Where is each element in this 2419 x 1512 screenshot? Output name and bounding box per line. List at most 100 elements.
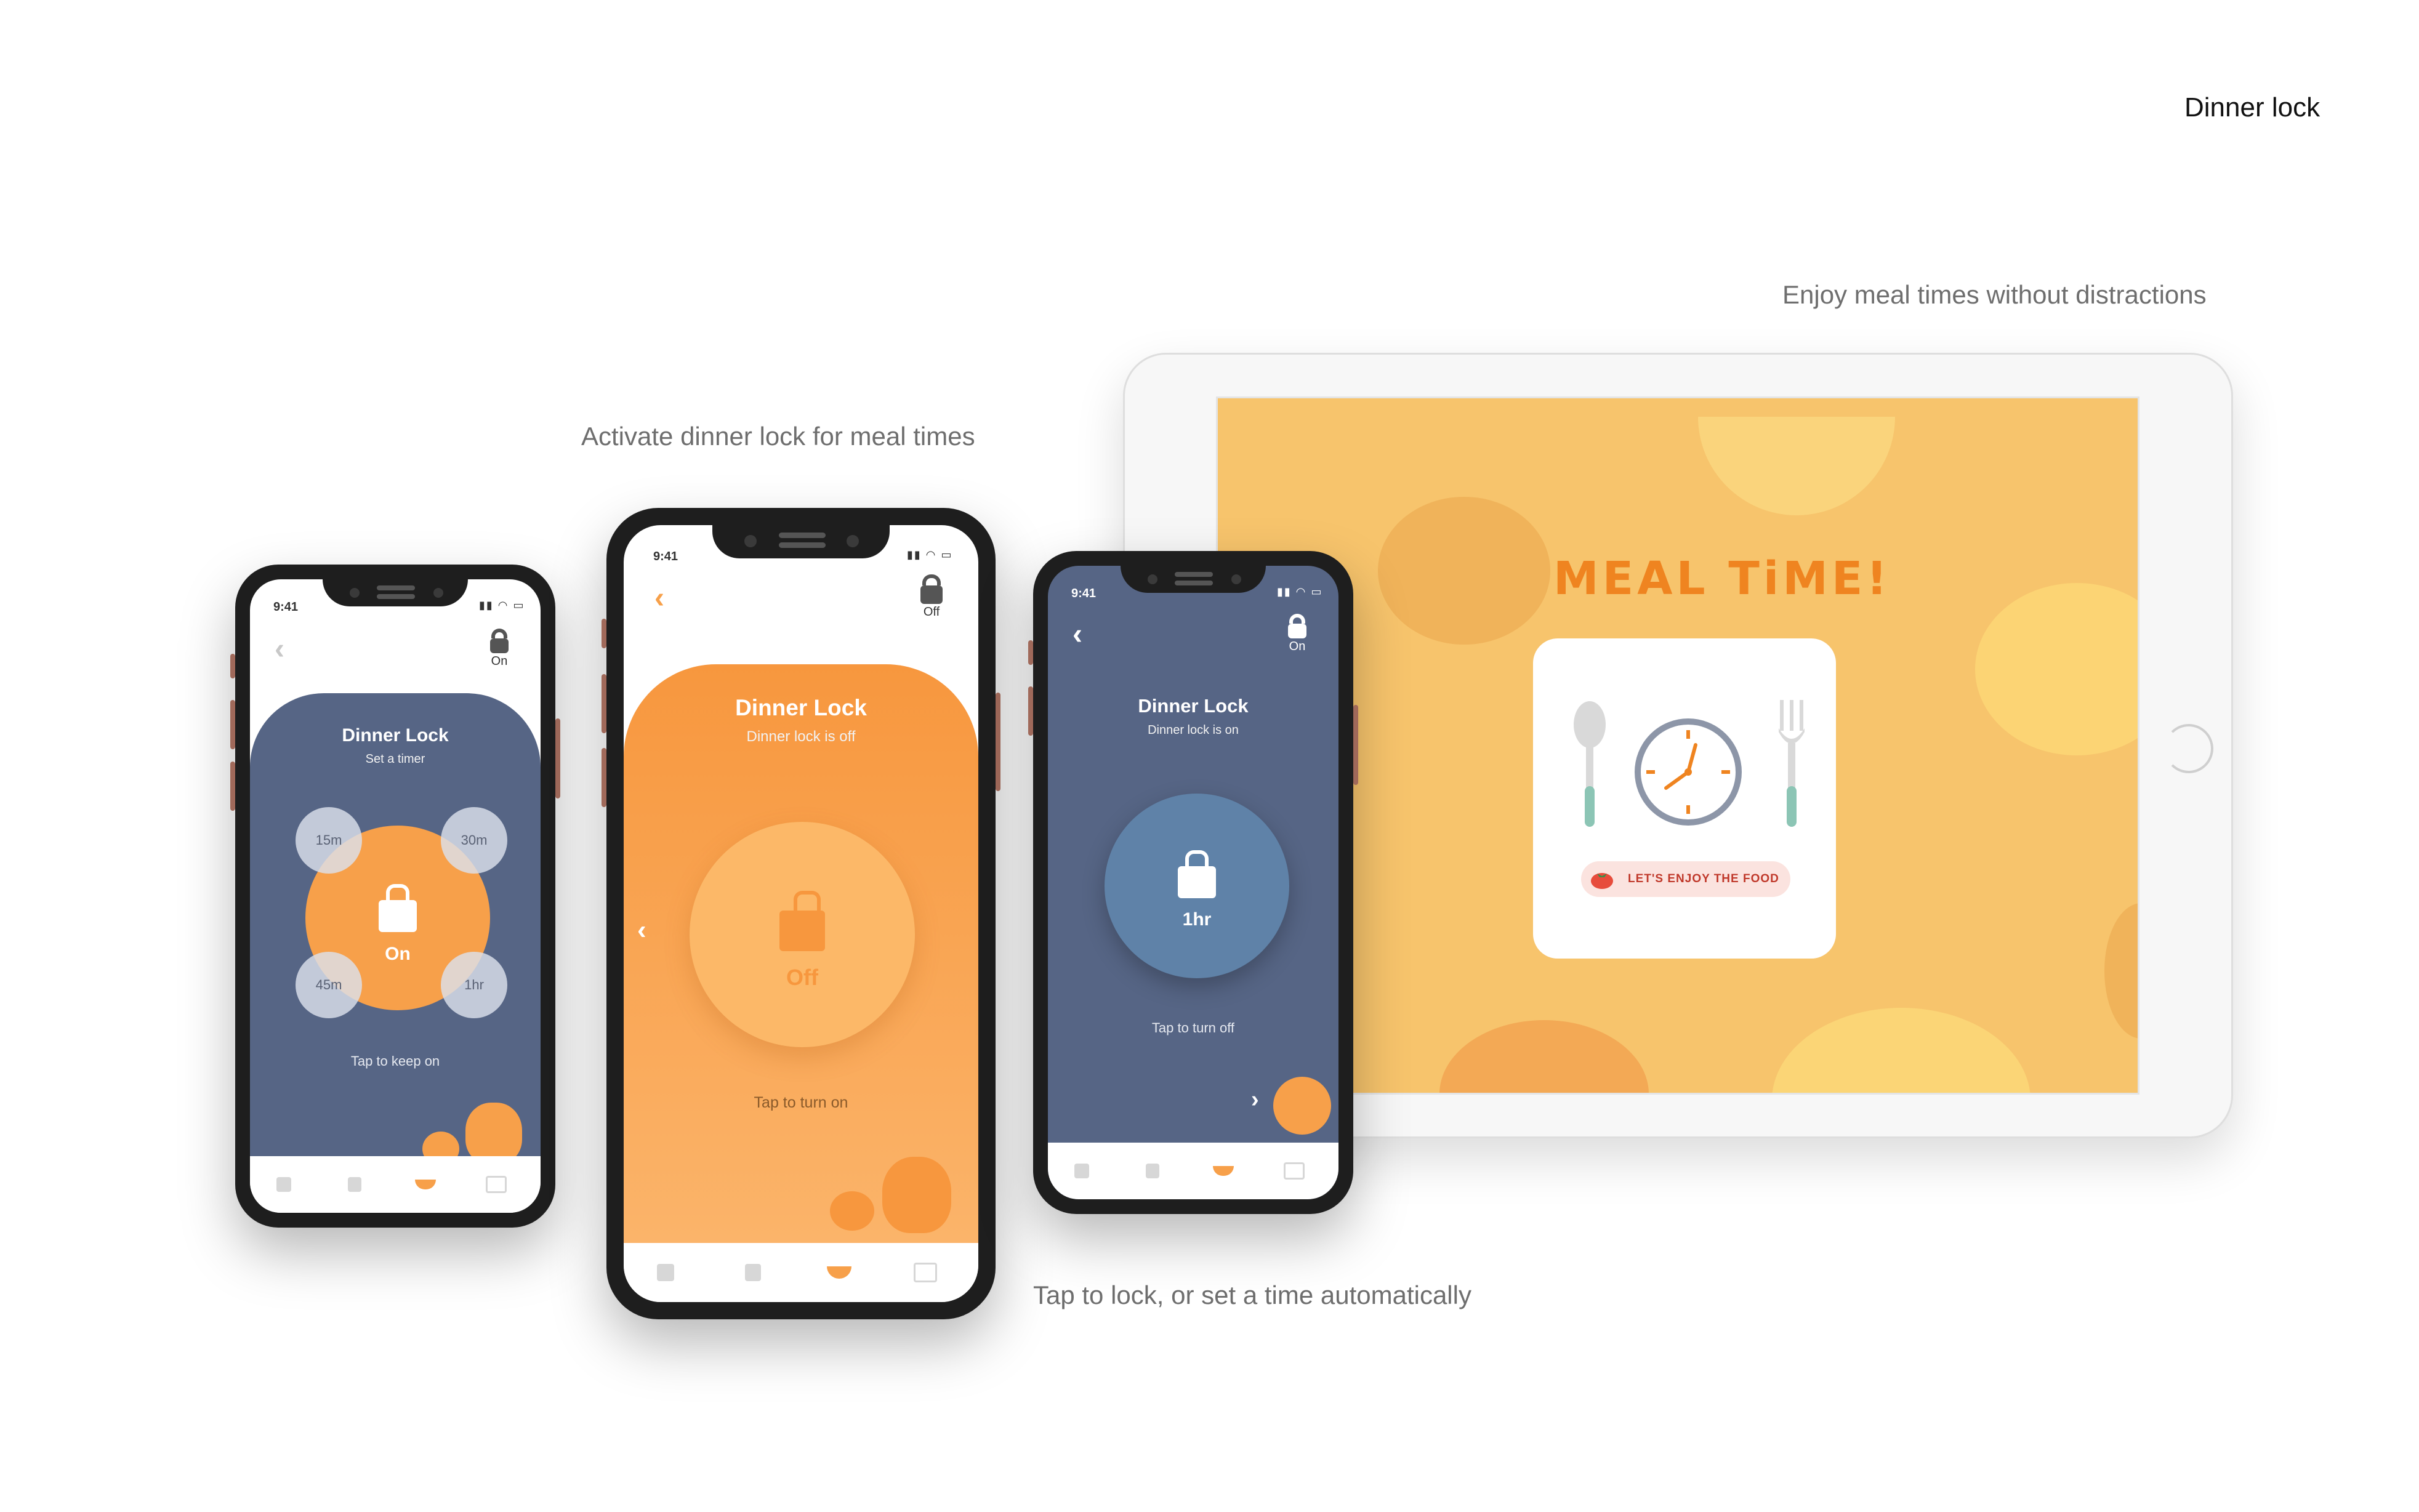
enjoy-food-text: LET'S ENJOY THE FOOD [1628, 872, 1779, 885]
panel-title: Dinner Lock [342, 725, 449, 746]
tap-hint: Tap to turn on [754, 1094, 848, 1111]
timer-45m[interactable]: 45m [296, 952, 362, 1018]
caption-bottom: Tap to lock, or set a time automatically [1033, 1281, 1471, 1309]
list-icon[interactable] [745, 1264, 761, 1281]
next-arrow-icon[interactable]: › [1251, 1088, 1259, 1111]
camera [1148, 574, 1157, 584]
status-icons: ▮▮ ◠ ▭ [479, 599, 525, 611]
timer-1hr[interactable]: 1hr [441, 952, 507, 1018]
meal-card: LET'S ENJOY THE FOOD [1533, 638, 1836, 959]
status-icons: ▮▮ ◠ ▭ [1277, 585, 1323, 598]
speaker [377, 594, 415, 599]
home-icon[interactable] [657, 1264, 674, 1281]
lock-status-label: On [491, 654, 508, 668]
side-button [230, 700, 235, 749]
speaker [377, 585, 415, 590]
speaker [779, 542, 826, 548]
spoon-icon [1574, 701, 1606, 827]
side-button [230, 762, 235, 811]
panel-subtitle: Dinner lock is off [746, 728, 856, 745]
fork-icon [1779, 700, 1805, 827]
speaker [779, 533, 826, 538]
meal-time-headline: MEAL TiME! [1553, 552, 1891, 605]
side-button [602, 674, 606, 733]
phone-off: 9:41 ▮▮ ◠ ▭ ‹ Off Dinner Lock Dinner loc… [602, 508, 1000, 1319]
tap-hint: Tap to keep on [350, 1053, 440, 1069]
phone-on-screen: 9:41 ▮▮ ◠ ▭ ‹ On Dinner Lock Dinner lock… [1048, 566, 1338, 1199]
clock-icon [1635, 718, 1742, 826]
lock-circle-button[interactable]: 1hr [1105, 794, 1289, 978]
panel-subtitle: Set a timer [365, 752, 425, 766]
mascot-onion [465, 1103, 522, 1164]
speaker [1175, 581, 1213, 585]
camera [433, 588, 443, 598]
status-time: 9:41 [273, 600, 299, 614]
side-button [555, 718, 560, 798]
mascot-tomato [830, 1191, 874, 1231]
status-time: 9:41 [653, 550, 678, 563]
lock-icon [379, 884, 417, 932]
side-button [1353, 705, 1358, 785]
bowl-icon[interactable] [415, 1180, 436, 1189]
tab-bar [1048, 1143, 1338, 1199]
prev-arrow-icon[interactable]: ‹ [637, 917, 646, 944]
lock-icon [1289, 614, 1305, 624]
bowl-icon[interactable] [1213, 1166, 1234, 1176]
camera [847, 535, 859, 547]
bg-blob [1698, 417, 1895, 515]
tab-bar [250, 1156, 541, 1213]
back-chevron-icon[interactable]: ‹ [1073, 620, 1082, 649]
back-chevron-icon[interactable]: ‹ [654, 584, 664, 613]
camera [350, 588, 360, 598]
side-button [1028, 640, 1033, 665]
dinner-lock-panel: Dinner Lock Dinner lock is off ‹ Off Tap… [624, 664, 978, 1243]
notch [323, 579, 468, 606]
lock-toggle[interactable]: On [484, 629, 515, 669]
speaker [1175, 572, 1213, 577]
lock-icon [1178, 850, 1216, 898]
home-icon[interactable] [276, 1177, 291, 1192]
notch [712, 525, 890, 558]
circle-status-label: 1hr [1182, 909, 1212, 930]
page-title: Dinner lock [2184, 92, 2320, 123]
list-icon[interactable] [348, 1177, 361, 1192]
dinner-lock-panel: Dinner Lock Set a timer On 15m 30m 45m 1… [250, 693, 541, 1173]
status-icons: ▮▮ ◠ ▭ [907, 549, 953, 561]
home-button[interactable] [2164, 724, 2213, 773]
lock-status-label: On [1289, 640, 1306, 653]
side-button [1028, 686, 1033, 736]
lock-toggle[interactable]: Off [913, 574, 950, 619]
phone-timer-screen: 9:41 ▮▮ ◠ ▭ ‹ On Dinner Lock Set a timer… [250, 579, 541, 1213]
side-button [996, 693, 1000, 791]
exit-icon[interactable] [1284, 1162, 1305, 1180]
bg-blob [1975, 583, 2138, 755]
list-icon[interactable] [1146, 1164, 1159, 1178]
timer-15m[interactable]: 15m [296, 807, 362, 874]
panel-subtitle: Dinner lock is on [1148, 723, 1239, 737]
panel-title: Dinner Lock [735, 695, 867, 720]
back-chevron-icon[interactable]: ‹ [275, 635, 284, 664]
exit-icon[interactable] [914, 1263, 937, 1282]
caption-tablet: Enjoy meal times without distractions [1782, 280, 2207, 309]
tab-bar [624, 1243, 978, 1302]
camera [1231, 574, 1241, 584]
home-icon[interactable] [1074, 1164, 1089, 1178]
panel-title: Dinner Lock [1138, 695, 1249, 717]
status-time: 9:41 [1071, 587, 1097, 600]
tomato-icon [1591, 873, 1613, 889]
bg-blob [1439, 1020, 1649, 1093]
phone-timer: 9:41 ▮▮ ◠ ▭ ‹ On Dinner Lock Set a timer… [230, 565, 560, 1228]
lock-icon [491, 629, 507, 638]
lock-icon [922, 574, 941, 585]
mascot-onion [1273, 1077, 1331, 1135]
lock-toggle[interactable]: On [1282, 614, 1313, 654]
exit-icon[interactable] [486, 1176, 507, 1193]
timer-30m[interactable]: 30m [441, 807, 507, 874]
caption-middle: Activate dinner lock for meal times [581, 422, 975, 451]
bg-blob [1772, 1008, 2031, 1093]
side-button [602, 619, 606, 648]
bowl-icon[interactable] [827, 1266, 851, 1279]
phone-off-screen: 9:41 ▮▮ ◠ ▭ ‹ Off Dinner Lock Dinner loc… [624, 525, 978, 1302]
lock-circle-button[interactable]: Off [690, 822, 915, 1047]
side-button [230, 654, 235, 678]
